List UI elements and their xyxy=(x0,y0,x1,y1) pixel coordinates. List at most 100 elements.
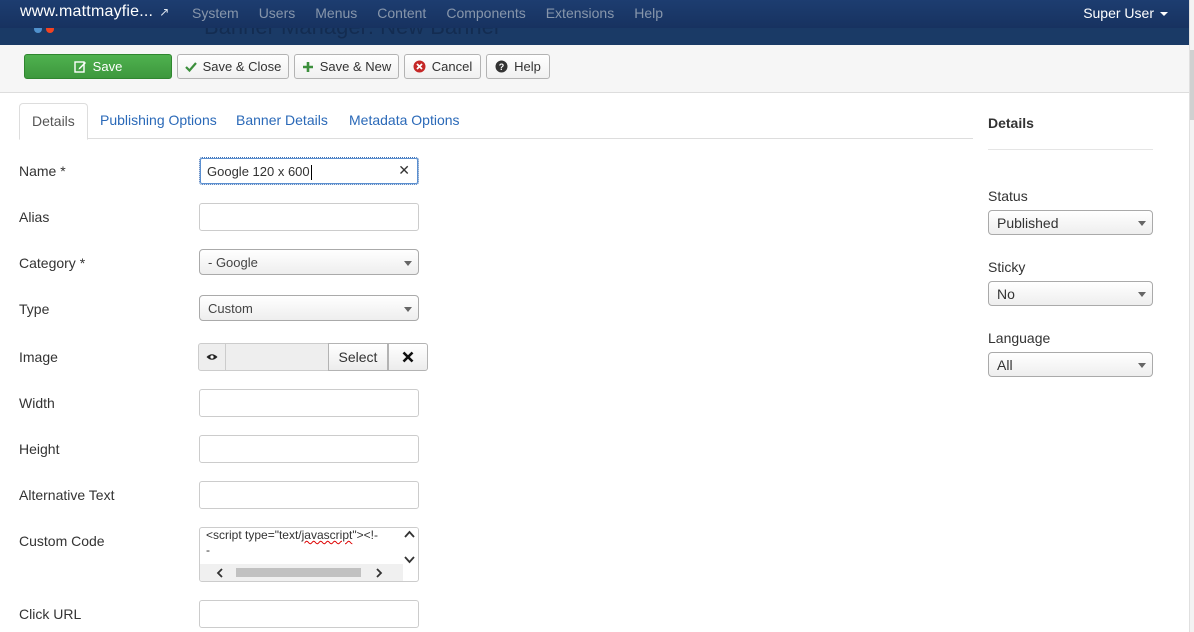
name-input[interactable]: Google 120 x 600 ✕ xyxy=(199,157,419,185)
menu-help[interactable]: Help xyxy=(634,5,663,21)
user-name[interactable]: Super User xyxy=(1083,5,1154,21)
status-select[interactable]: Published xyxy=(988,210,1153,235)
svg-text:?: ? xyxy=(499,62,505,72)
code-line-1a: <script type="text/ xyxy=(206,528,302,542)
tab-details[interactable]: Details xyxy=(19,103,88,140)
language-label: Language xyxy=(988,330,1051,346)
custom-code-text: <script type="text/javascript"><!- - xyxy=(206,528,396,558)
clear-icon[interactable]: ✕ xyxy=(398,162,410,179)
save-close-label: Save & Close xyxy=(202,59,282,74)
type-value: Custom xyxy=(208,301,253,316)
code-line-1b: javascript xyxy=(301,528,353,542)
height-input[interactable] xyxy=(199,435,419,463)
site-link[interactable]: www.mattmayfie... ↗ xyxy=(20,3,169,21)
save-label: Save xyxy=(92,59,123,74)
horizontal-scrollbar[interactable] xyxy=(200,564,403,581)
save-new-label: Save & New xyxy=(319,59,392,74)
name-label: Name * xyxy=(19,163,66,179)
custom-code-textarea[interactable]: <script type="text/javascript"><!- - xyxy=(199,527,419,582)
code-line-2: - xyxy=(206,543,210,557)
type-label: Type xyxy=(19,301,50,317)
plus-icon xyxy=(302,61,314,73)
site-name[interactable]: www.mattmayfie... xyxy=(20,3,153,20)
type-select[interactable]: Custom xyxy=(199,295,419,321)
sticky-select[interactable]: No xyxy=(988,281,1153,306)
width-input[interactable] xyxy=(199,389,419,417)
menu-menus[interactable]: Menus xyxy=(315,5,357,21)
language-value: All xyxy=(997,357,1013,373)
chevron-down-icon xyxy=(1138,363,1146,368)
code-line-1c: "><!- xyxy=(352,528,378,542)
chevron-down-icon xyxy=(1160,12,1168,17)
width-label: Width xyxy=(19,395,55,411)
tab-publishing-options[interactable]: Publishing Options xyxy=(88,103,229,139)
tab-banner-details[interactable]: Banner Details xyxy=(224,103,340,139)
cancel-circle-icon xyxy=(413,60,426,73)
cancel-label: Cancel xyxy=(431,59,473,74)
page-title: Banner Manager: New Banner xyxy=(204,28,501,40)
image-clear-button[interactable] xyxy=(388,343,428,371)
height-label: Height xyxy=(19,441,60,457)
image-label: Image xyxy=(19,349,58,365)
chevron-right-icon[interactable] xyxy=(375,568,383,578)
tab-bar: Details Publishing Options Banner Detail… xyxy=(19,103,973,140)
top-navbar: www.mattmayfie... ↗ System Users Menus Co… xyxy=(0,0,1189,28)
name-value: Google 120 x 600 xyxy=(207,164,310,179)
menu-extensions[interactable]: Extensions xyxy=(546,5,614,21)
help-label: Help xyxy=(514,59,541,74)
external-link-icon: ↗ xyxy=(159,5,170,19)
image-select-button[interactable]: Select xyxy=(328,343,388,371)
sticky-label: Sticky xyxy=(988,259,1026,275)
menu-users[interactable]: Users xyxy=(259,5,296,21)
sidebar-title: Details xyxy=(988,115,1034,131)
alt-text-label: Alternative Text xyxy=(19,487,115,503)
alias-label: Alias xyxy=(19,209,50,225)
status-label: Status xyxy=(988,188,1028,204)
image-path-input xyxy=(226,343,329,371)
save-button[interactable]: Save xyxy=(24,54,172,79)
main-menu: System Users Menus Content Components Ex… xyxy=(192,5,683,21)
divider xyxy=(988,149,1153,150)
custom-code-label: Custom Code xyxy=(19,533,105,549)
user-menu[interactable]: Super User xyxy=(1083,5,1168,21)
alias-input[interactable] xyxy=(199,203,419,231)
joomla-logo-icon xyxy=(34,28,54,33)
chevron-left-icon[interactable] xyxy=(216,568,224,578)
question-circle-icon: ? xyxy=(495,60,508,73)
chevron-down-icon xyxy=(404,261,412,266)
save-close-button[interactable]: Save & Close xyxy=(177,54,289,79)
text-cursor xyxy=(310,165,312,181)
chevron-down-icon[interactable] xyxy=(404,556,415,564)
click-url-input[interactable] xyxy=(199,600,419,628)
scrollbar-thumb[interactable] xyxy=(236,568,361,577)
eye-icon[interactable] xyxy=(198,343,226,371)
edit-icon xyxy=(73,60,87,73)
cancel-button[interactable]: Cancel xyxy=(404,54,481,79)
save-new-button[interactable]: Save & New xyxy=(294,54,399,79)
chevron-up-icon[interactable] xyxy=(404,530,415,538)
image-field: Select xyxy=(198,343,428,371)
chevron-down-icon xyxy=(1138,221,1146,226)
category-value: - Google xyxy=(208,255,258,270)
tab-metadata-options[interactable]: Metadata Options xyxy=(337,103,472,139)
chevron-down-icon xyxy=(404,307,412,312)
menu-components[interactable]: Components xyxy=(446,5,525,21)
vertical-scrollbar[interactable] xyxy=(401,528,418,566)
category-select[interactable]: - Google xyxy=(199,249,419,275)
sticky-value: No xyxy=(997,286,1015,302)
page-header: Banner Manager: New Banner xyxy=(0,28,1189,45)
chevron-down-icon xyxy=(1138,292,1146,297)
category-label: Category * xyxy=(19,255,86,271)
click-url-label: Click URL xyxy=(19,606,82,622)
page-scrollbar-thumb[interactable] xyxy=(1190,50,1194,120)
checkmark-icon xyxy=(184,61,197,73)
alt-text-input[interactable] xyxy=(199,481,419,509)
toolbar: Save Save & Close Save & New Cancel ? He… xyxy=(0,45,1189,93)
page-scrollbar[interactable] xyxy=(1189,0,1194,632)
help-button[interactable]: ? Help xyxy=(486,54,550,79)
language-select[interactable]: All xyxy=(988,352,1153,377)
status-value: Published xyxy=(997,215,1059,231)
menu-content[interactable]: Content xyxy=(377,5,426,21)
menu-system[interactable]: System xyxy=(192,5,239,21)
close-icon xyxy=(402,351,414,363)
